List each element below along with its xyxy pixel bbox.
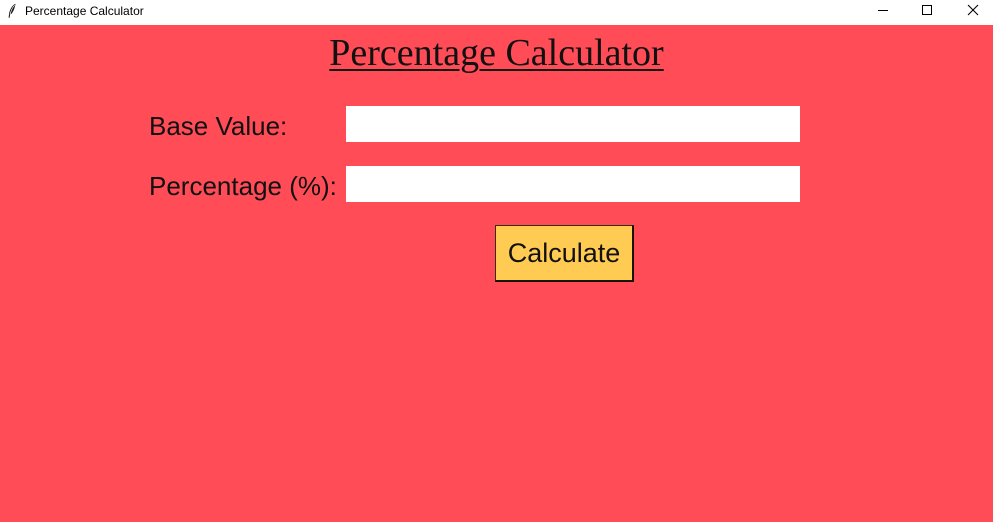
feather-icon [6, 3, 18, 19]
title-bar[interactable]: Percentage Calculator [0, 0, 993, 25]
calculate-button[interactable]: Calculate [495, 225, 634, 282]
percentage-label: Percentage (%): [149, 171, 337, 201]
window-title: Percentage Calculator [25, 4, 144, 18]
minimize-icon[interactable] [860, 0, 906, 25]
close-icon[interactable] [950, 0, 993, 25]
base-value-input[interactable] [346, 106, 800, 142]
percentage-input[interactable] [346, 166, 800, 202]
calculator-panel: Percentage Calculator Base Value: Percen… [0, 25, 993, 522]
base-value-label: Base Value: [149, 111, 288, 141]
maximize-icon[interactable] [904, 0, 950, 25]
page-title: Percentage Calculator [329, 32, 664, 74]
app-window: Percentage Calculator Percentage Calcula… [0, 0, 993, 522]
